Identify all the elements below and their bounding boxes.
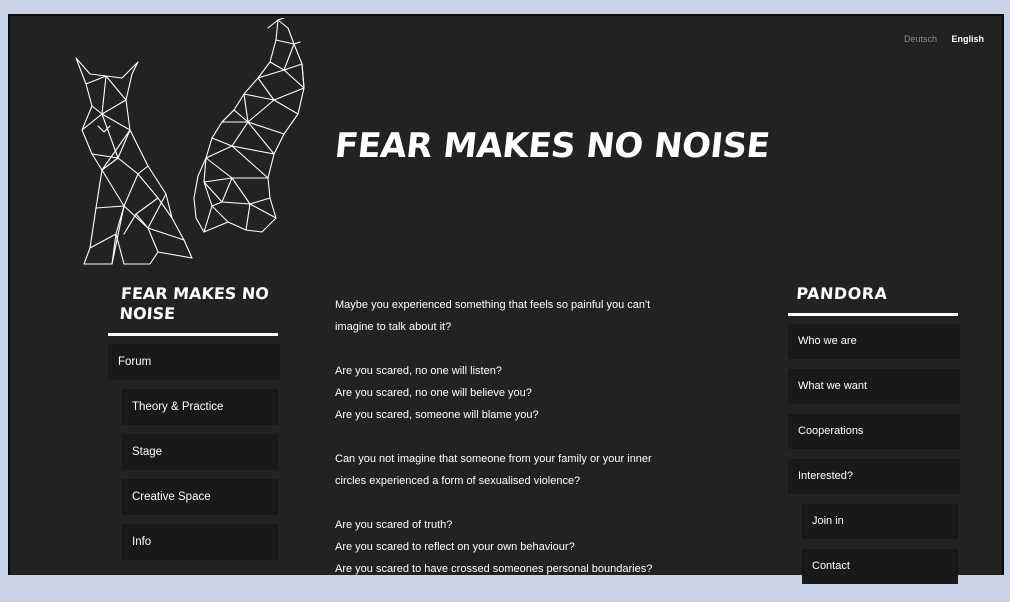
content-paragraph: Are you scared, no one will listen? Are … (335, 360, 755, 426)
sidebar-item-creative-space[interactable]: Creative Space (122, 479, 278, 515)
language-switcher: Deutsch English (892, 34, 984, 44)
content-line: Are you scared, no one will listen? (335, 365, 502, 377)
right-sidebar-divider (788, 313, 958, 316)
language-deutsch-link[interactable]: Deutsch (904, 34, 937, 44)
site-title: FEAR MAKES NO NOISE (332, 126, 772, 166)
content-paragraph: Maybe you experienced something that fee… (335, 294, 755, 338)
page-frame: Deutsch English FEAR MAKES NO NOISE FEAR… (8, 14, 1004, 584)
sidebar-item-contact[interactable]: Contact (802, 549, 958, 584)
sidebar-item-cooperations[interactable]: Cooperations (788, 414, 960, 449)
sidebar-item-forum[interactable]: Forum (108, 344, 280, 380)
right-sidebar-title: PANDORA (795, 284, 889, 303)
left-sidebar-title: FEAR MAKES NO NOISE (118, 284, 270, 323)
sidebar-item-join-in[interactable]: Join in (802, 504, 958, 539)
sidebar-item-stage[interactable]: Stage (122, 434, 278, 470)
content-line: Are you scared to reflect on your own be… (335, 541, 575, 553)
content-line: Are you scared of truth? (335, 519, 453, 531)
sidebar-item-theory-practice[interactable]: Theory & Practice (122, 389, 278, 425)
right-sidebar: PANDORA Who we are What we want Cooperat… (788, 284, 960, 594)
geometric-wolves-logo-icon (75, 18, 305, 265)
content-line: Maybe you experienced something that fee… (335, 299, 651, 311)
content-line: Are you scared, no one will believe you? (335, 387, 532, 399)
language-english-link[interactable]: English (951, 34, 984, 44)
content-line: circles experienced a form of sexualised… (335, 475, 581, 487)
content-paragraph: Are you scared of truth? Are you scared … (335, 514, 755, 580)
content-line: Can you not imagine that someone from yo… (335, 453, 652, 465)
content-line: imagine to talk about it? (335, 321, 452, 333)
left-sidebar-divider (108, 333, 278, 336)
content-line: Are you scared to have crossed someones … (335, 563, 653, 575)
content-paragraph: Can you not imagine that someone from yo… (335, 448, 755, 492)
sidebar-item-who-we-are[interactable]: Who we are (788, 324, 960, 359)
main-content: Maybe you experienced something that fee… (335, 294, 755, 602)
sidebar-item-what-we-want[interactable]: What we want (788, 369, 960, 404)
left-sidebar: FEAR MAKES NO NOISE Forum Theory & Pract… (108, 284, 280, 569)
sidebar-item-interested[interactable]: Interested? (788, 459, 960, 494)
content-line: Are you scared, someone will blame you? (335, 409, 539, 421)
sidebar-item-info[interactable]: Info (122, 524, 278, 560)
